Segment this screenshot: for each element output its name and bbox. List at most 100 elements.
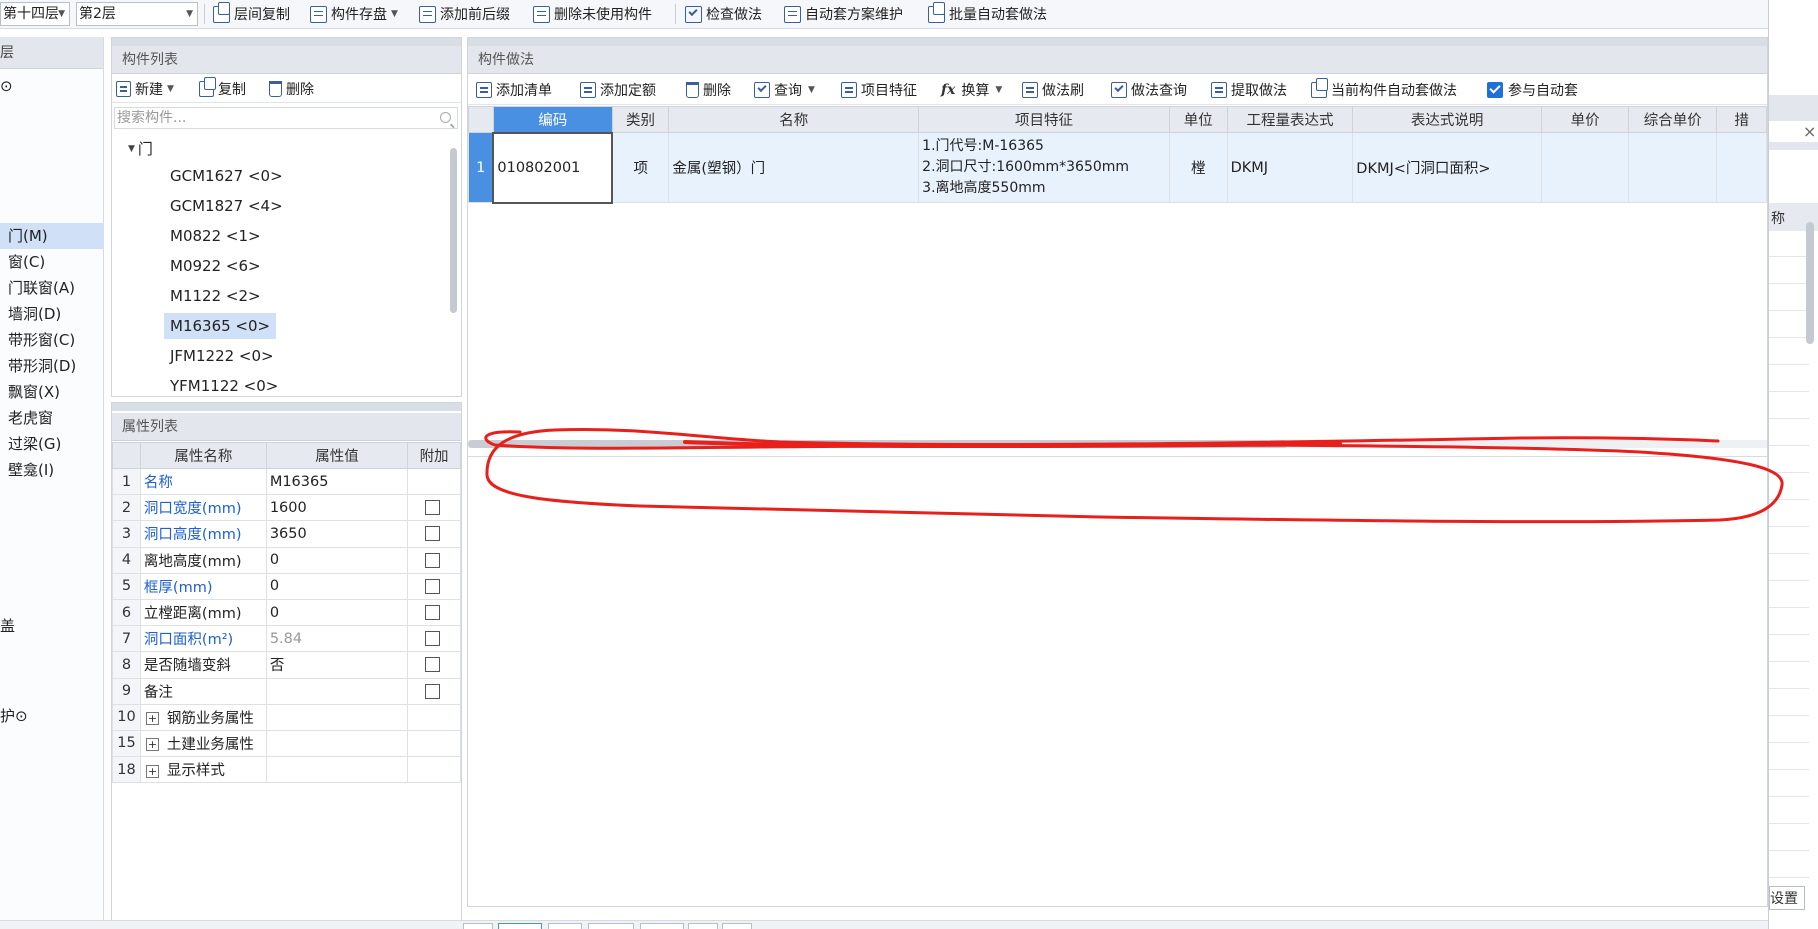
table-row[interactable]: 1 名称 M16365 (112, 467, 461, 496)
bottom-tab[interactable] (588, 923, 634, 929)
copy-component-button[interactable]: 复制 (199, 77, 246, 99)
expand-plus-icon[interactable]: + (145, 764, 159, 778)
checkbox[interactable] (425, 605, 441, 621)
sidebar-item-5[interactable]: 带形窗(C) (0, 327, 104, 353)
method-brush-button[interactable]: 做法刷 (1022, 80, 1084, 100)
method-header-comp-price[interactable]: 综合单价 (1628, 106, 1718, 133)
nav-top-icon[interactable]: ⊙ (0, 73, 104, 99)
current-auto-method-button[interactable]: 当前构件自动套做法 (1311, 78, 1457, 100)
row-name[interactable]: 金属(塑钢）门 (668, 132, 920, 203)
sidebar-item-1[interactable]: 门(M) (0, 223, 104, 249)
table-row[interactable]: 5 框厚(mm) 0 (112, 572, 461, 600)
project-feature-button[interactable]: 项目特征 (841, 80, 917, 100)
convert-button[interactable]: fx 换算 ▼ (941, 80, 1002, 100)
checkbox[interactable] (425, 526, 441, 542)
nav-item-lower-2[interactable]: 护⊙ (0, 703, 104, 729)
close-icon[interactable]: × (1803, 122, 1816, 141)
save-component-button[interactable]: 构件存盘 ▼ (310, 3, 398, 25)
list-item[interactable]: M1122 <2> (164, 283, 267, 309)
row-comp-price[interactable] (1628, 132, 1718, 203)
property-value[interactable]: 0 (265, 546, 409, 574)
checkbox[interactable] (425, 578, 441, 594)
participate-auto-checkbox[interactable]: 参与自动套 (1487, 80, 1578, 100)
floor-group-select[interactable]: 第十四层 ▼ (0, 2, 70, 26)
bottom-tab[interactable] (463, 923, 493, 929)
expand-plus-icon[interactable]: + (145, 712, 159, 726)
property-group-row[interactable]: 18 + 显示样式 (112, 756, 461, 784)
method-header-unit[interactable]: 单位 (1168, 106, 1228, 133)
settings-button[interactable]: 设置 (1769, 886, 1805, 910)
batch-auto-button[interactable]: 批量自动套做法 (928, 1, 1047, 25)
table-row[interactable]: 9 备注 (112, 677, 461, 705)
method-query-button[interactable]: 做法查询 (1111, 80, 1187, 100)
table-row[interactable]: 1 010802001 项 金属(塑钢）门 1.门代号:M-16365 2.洞口… (468, 131, 1767, 204)
method-header-name[interactable]: 名称 (668, 106, 920, 133)
table-row[interactable]: 7 洞口面积(m²) 5.84 (112, 625, 461, 653)
checkbox[interactable] (425, 657, 441, 673)
delete-method-button[interactable]: 删除 (684, 80, 731, 100)
delete-component-button[interactable]: 删除 (267, 79, 314, 99)
sidebar-item-4[interactable]: 墙洞(D) (0, 301, 104, 327)
sidebar-item-3[interactable]: 门联窗(A) (0, 275, 104, 301)
table-row[interactable]: 4 离地高度(mm) 0 (112, 546, 461, 574)
list-item[interactable]: YFM1122 <0> (164, 373, 284, 399)
sidebar-item-9[interactable]: 过梁(G) (0, 431, 104, 457)
row-unit[interactable]: 樘 (1168, 132, 1228, 203)
floor-select[interactable]: 第2层 ▼ (76, 2, 198, 26)
method-header-measure[interactable]: 措 (1716, 106, 1767, 133)
checkbox-checked-icon[interactable] (1487, 82, 1503, 98)
checkbox[interactable] (425, 683, 441, 699)
method-header-code[interactable]: 编码 (492, 106, 613, 133)
method-hscroll-thumb[interactable] (468, 440, 1288, 448)
row-expr-desc[interactable]: DKMJ<门洞口面积> (1352, 132, 1542, 203)
property-group-row[interactable]: 10 + 钢筋业务属性 (112, 703, 461, 731)
list-item[interactable]: JFM1222 <0> (164, 343, 280, 369)
extract-method-button[interactable]: 提取做法 (1211, 80, 1287, 100)
bottom-tab[interactable] (688, 923, 718, 929)
property-value[interactable] (265, 677, 409, 705)
delete-unused-button[interactable]: 删除未使用构件 (533, 3, 652, 25)
add-quota-button[interactable]: 添加定额 (580, 80, 656, 100)
checkbox[interactable] (425, 552, 441, 568)
method-header-feature[interactable]: 项目特征 (918, 106, 1170, 133)
query-button[interactable]: 查询 ▼ (754, 80, 815, 100)
table-row[interactable]: 6 立樘距离(mm) 0 (112, 598, 461, 627)
bottom-tab[interactable] (548, 923, 582, 929)
property-value[interactable]: 0 (265, 572, 409, 600)
sidebar-item-8[interactable]: 老虎窗 (0, 405, 104, 431)
component-list-scrollbar[interactable] (450, 148, 457, 313)
tree-root-door[interactable]: ▼ 门 (128, 138, 153, 159)
floor-copy-button[interactable]: 层间复制 (213, 1, 290, 25)
component-search-input[interactable]: 搜索构件... (114, 107, 458, 129)
list-item[interactable]: M0822 <1> (164, 223, 267, 249)
property-value[interactable]: 0 (265, 598, 409, 627)
method-header-expr-desc[interactable]: 表达式说明 (1352, 106, 1542, 133)
property-value[interactable]: 否 (265, 651, 409, 679)
sidebar-item-6[interactable]: 带形洞(D) (0, 353, 104, 379)
new-component-button[interactable]: 新建 ▼ (116, 79, 174, 99)
list-item[interactable]: GCM1627 <0> (164, 163, 289, 189)
row-features[interactable]: 1.门代号:M-16365 2.洞口尺寸:1600mm*3650mm 3.离地高… (918, 132, 1170, 203)
checkbox[interactable] (425, 500, 441, 516)
bottom-tab[interactable] (722, 923, 752, 929)
property-value[interactable]: 3650 (265, 520, 409, 548)
bottom-tab-active[interactable] (498, 923, 542, 929)
row-measure[interactable] (1716, 132, 1767, 203)
table-row[interactable]: 8 是否随墙变斜否 (112, 651, 461, 679)
add-list-button[interactable]: 添加清单 (476, 80, 552, 100)
nav-item-lower-1[interactable]: 盖 (0, 613, 104, 639)
method-header-expr[interactable]: 工程量表达式 (1226, 106, 1354, 133)
row-expr[interactable]: DKMJ (1226, 132, 1354, 203)
list-item[interactable]: GCM1827 <4> (164, 193, 289, 219)
property-group-name[interactable]: + 显示样式 (139, 756, 267, 784)
property-value[interactable]: 1600 (265, 494, 409, 522)
table-row[interactable]: 2 洞口宽度(mm) 1600 (112, 494, 461, 522)
check-method-button[interactable]: 检查做法 (685, 3, 762, 25)
table-row[interactable]: 3 洞口高度(mm) 3650 (112, 520, 461, 548)
method-header-type[interactable]: 类别 (611, 106, 670, 133)
bottom-tab[interactable] (640, 923, 684, 929)
sidebar-item-10[interactable]: 壁龛(I) (0, 457, 104, 483)
property-group-row[interactable]: 15 + 土建业务属性 (112, 729, 461, 758)
sidebar-item-2[interactable]: 窗(C) (0, 249, 104, 275)
property-value[interactable]: 5.84 (265, 625, 409, 653)
